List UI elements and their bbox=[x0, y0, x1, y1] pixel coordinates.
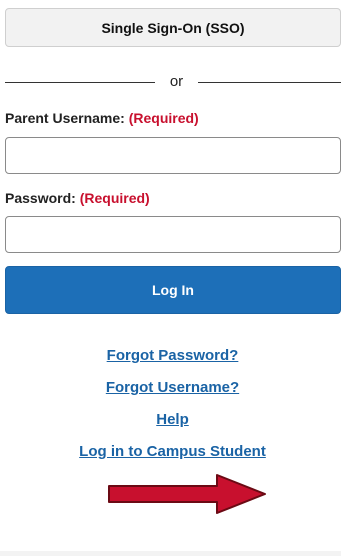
username-input[interactable] bbox=[5, 137, 341, 174]
password-required-text: (Required) bbox=[79, 190, 150, 206]
footer-strip bbox=[0, 551, 341, 556]
password-input[interactable] bbox=[5, 216, 341, 253]
login-button-label: Log In bbox=[152, 282, 194, 298]
password-label: Password: (Required) bbox=[5, 190, 150, 206]
or-divider: or bbox=[0, 73, 341, 91]
divider-line-right bbox=[198, 82, 341, 83]
right-arrow-icon bbox=[108, 474, 266, 514]
forgot-username-link[interactable]: Forgot Username? bbox=[0, 378, 341, 398]
username-label-text: Parent Username: bbox=[5, 110, 125, 126]
sso-button-label: Single Sign-On (SSO) bbox=[101, 19, 245, 36]
divider-text: or bbox=[169, 73, 184, 90]
sso-button[interactable]: Single Sign-On (SSO) bbox=[5, 8, 341, 47]
help-links: Forgot Password? Forgot Username? Help L… bbox=[0, 346, 341, 474]
username-required-text: (Required) bbox=[128, 110, 199, 126]
username-label: Parent Username: (Required) bbox=[5, 110, 199, 126]
login-button[interactable]: Log In bbox=[5, 266, 341, 314]
forgot-password-link[interactable]: Forgot Password? bbox=[0, 346, 341, 366]
password-label-text: Password: bbox=[5, 190, 76, 206]
help-link[interactable]: Help bbox=[0, 410, 341, 430]
divider-line-left bbox=[5, 82, 155, 83]
campus-student-login-link[interactable]: Log in to Campus Student bbox=[0, 442, 341, 462]
login-page: Single Sign-On (SSO) or Parent Username:… bbox=[0, 0, 341, 556]
